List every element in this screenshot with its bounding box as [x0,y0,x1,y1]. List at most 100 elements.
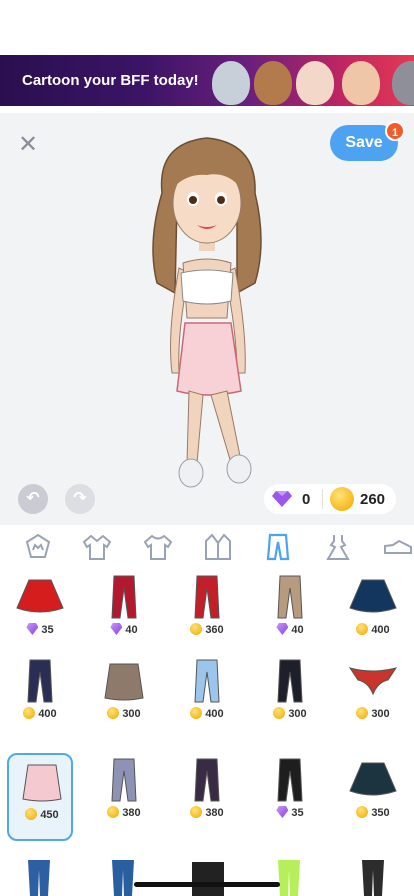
item-price: 380 [174,806,240,819]
coin-icon [356,806,369,818]
item-light-jeans[interactable]: 400 [174,654,240,742]
item-moto-leggings[interactable]: 35 [257,753,323,841]
item-price: 450 [9,808,75,821]
item-purple-leggings[interactable]: 380 [174,753,240,841]
ad-avatar-4 [342,61,380,105]
avatar-stage: ✕ Save 1 ↶ ↷ 0 260 [0,113,414,525]
item-image [111,575,137,619]
ad-avatar-3 [296,61,334,105]
item-pink-skirt[interactable]: 450 [7,753,73,841]
item-image [194,758,220,802]
gem-icon [276,806,289,818]
coin-icon [356,623,369,635]
coin-icon [356,707,369,719]
ad-banner[interactable]: Cartoon your BFF today! [0,55,414,106]
coin-icon [107,806,120,818]
item-grey-leggings[interactable]: 380 [91,753,157,841]
item-image [277,575,303,619]
item-price: 400 [174,707,240,720]
item-navy-pants[interactable]: 400 [7,654,73,742]
item-price: 35 [7,623,73,636]
close-icon[interactable]: ✕ [16,133,40,157]
item-price-value: 360 [205,624,224,636]
item-price: 380 [91,806,157,819]
item-teal-skirt[interactable]: 350 [340,753,406,841]
wallet-divider [322,489,323,509]
item-price: 35 [257,806,323,819]
item-image [104,663,144,701]
item-price: 360 [174,623,240,636]
coin-icon [190,806,203,818]
item-price: 400 [340,623,406,636]
jacket-icon[interactable] [82,533,112,561]
coin-icon [190,623,203,635]
coin-count: 260 [360,491,386,508]
dress-icon[interactable] [323,533,353,561]
item-price: 400 [7,707,73,720]
item-price: 300 [91,707,157,720]
item-price-value: 300 [122,708,141,720]
item-price-value: 40 [291,624,304,636]
gem-icon [110,623,123,635]
wallet-pill[interactable]: 0 260 [264,484,396,514]
item-price-value: 400 [205,708,224,720]
item-image [349,579,397,613]
item-image [194,575,220,619]
item-image [348,667,398,696]
item-red-skirt[interactable]: 35 [7,570,73,658]
crown-icon[interactable] [23,533,53,561]
app-screen: Cartoon your BFF today! ✕ Save 1 ↶ ↷ 0 2… [0,0,414,896]
next-row-items [28,860,384,896]
item-red-pants[interactable]: 360 [174,570,240,658]
item-price-value: 300 [371,708,390,720]
item-red-plaid-pants[interactable]: 40 [91,570,157,658]
gem-count: 0 [302,491,311,508]
item-snake-skirt[interactable]: 300 [91,654,157,742]
home-indicator [134,882,280,887]
item-gold-bikini[interactable]: 300 [340,654,406,742]
item-black-cargo[interactable]: 300 [257,654,323,742]
item-price-value: 400 [371,624,390,636]
item-price-value: 35 [41,624,54,636]
item-grid: 35 40 360 40 400 400 300 400 300 300 450 380 380 35 35… [0,570,414,896]
coin-icon [107,707,120,719]
item-price-value: 380 [205,807,224,819]
ad-avatar-1 [212,61,250,105]
item-image [277,758,303,802]
item-price: 350 [340,806,406,819]
pants-icon[interactable] [263,533,293,561]
coin-icon [273,707,286,719]
coin-icon [330,487,354,511]
gem-icon [272,491,292,507]
coin-icon [190,707,203,719]
coat-icon[interactable] [203,533,233,561]
gem-icon [276,623,289,635]
avatar-figure [152,137,262,488]
shoe-icon[interactable] [383,533,413,561]
ad-avatar-2 [254,61,292,105]
item-navy-skirt[interactable]: 400 [340,570,406,658]
item-image [27,659,53,703]
item-price-value: 40 [125,624,138,636]
item-price-value: 400 [38,708,57,720]
category-bar [0,525,414,570]
item-price-value: 300 [288,708,307,720]
coin-icon [25,808,38,820]
item-image [16,579,64,613]
save-badge: 1 [385,121,405,141]
redo-button[interactable]: ↷ [65,484,95,514]
item-price: 300 [257,707,323,720]
item-price-value: 35 [291,807,304,819]
ad-avatar-5 [392,61,414,105]
item-price-value: 450 [40,809,59,821]
undo-button[interactable]: ↶ [18,484,48,514]
shirt-icon[interactable] [143,533,173,561]
item-image [111,758,137,802]
coin-icon [23,707,36,719]
item-price-value: 380 [122,807,141,819]
item-image [22,764,62,802]
item-price: 300 [340,707,406,720]
item-tan-pants[interactable]: 40 [257,570,323,658]
item-image [349,762,397,796]
gem-icon [26,623,39,635]
